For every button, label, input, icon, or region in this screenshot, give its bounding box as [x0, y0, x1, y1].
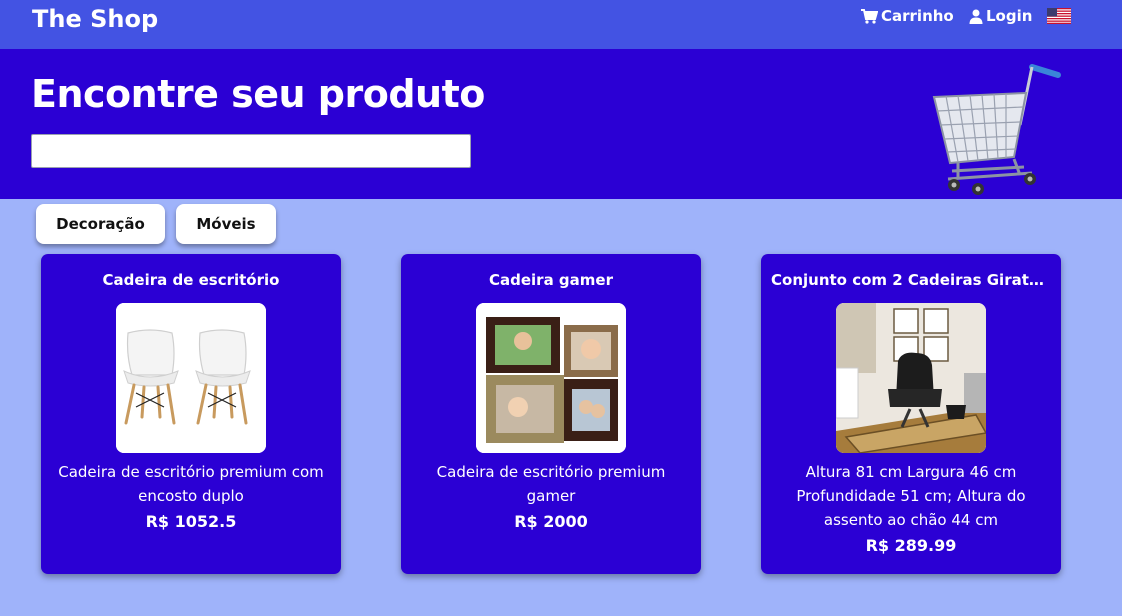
recliner-in-living-room [836, 303, 986, 453]
shopping-cart-icon [861, 8, 878, 24]
page-title: Encontre seu produto [31, 72, 485, 116]
product-image [476, 303, 626, 453]
product-card[interactable]: Cadeira gamer Cadeira de escritório prem… [401, 254, 701, 574]
product-card[interactable]: Conjunto com 2 Cadeiras Giratórias Altur… [761, 254, 1061, 574]
brand-logo[interactable]: The Shop [32, 5, 158, 33]
nav-login-link[interactable]: Login [969, 7, 1032, 25]
category-button-moveis[interactable]: Móveis [176, 204, 276, 244]
photo-frames-collage [476, 303, 626, 453]
product-card[interactable]: Cadeira de escritório Cadeira de escritó… [41, 254, 341, 574]
product-price: R$ 2000 [514, 512, 588, 531]
nav-cart-link[interactable]: Carrinho [861, 7, 954, 25]
nav-cart-label: Carrinho [881, 7, 954, 25]
two-white-chairs [116, 303, 266, 453]
product-title: Cadeira de escritório [102, 271, 280, 289]
hero-banner: Encontre seu produto [0, 49, 1122, 199]
top-navbar: The Shop Carrinho Login [0, 0, 1122, 49]
product-title: Conjunto com 2 Cadeiras Giratórias [771, 271, 1051, 289]
product-description: Cadeira de escritório premium com encost… [58, 463, 324, 505]
product-price: R$ 1052.5 [145, 512, 237, 531]
product-description: Cadeira de escritório premium gamer [436, 463, 666, 505]
product-price: R$ 289.99 [865, 536, 957, 555]
us-flag-icon[interactable] [1047, 8, 1071, 24]
user-icon [969, 9, 983, 24]
product-image [836, 303, 986, 453]
category-button-decoracao[interactable]: Decoração [36, 204, 165, 244]
nav-login-label: Login [986, 7, 1033, 25]
product-title: Cadeira gamer [489, 271, 613, 289]
search-input[interactable] [31, 134, 471, 168]
product-image [116, 303, 266, 453]
shopping-cart-illustration [932, 64, 1061, 195]
product-description: Altura 81 cm Largura 46 cm Profundidade … [796, 463, 1026, 529]
